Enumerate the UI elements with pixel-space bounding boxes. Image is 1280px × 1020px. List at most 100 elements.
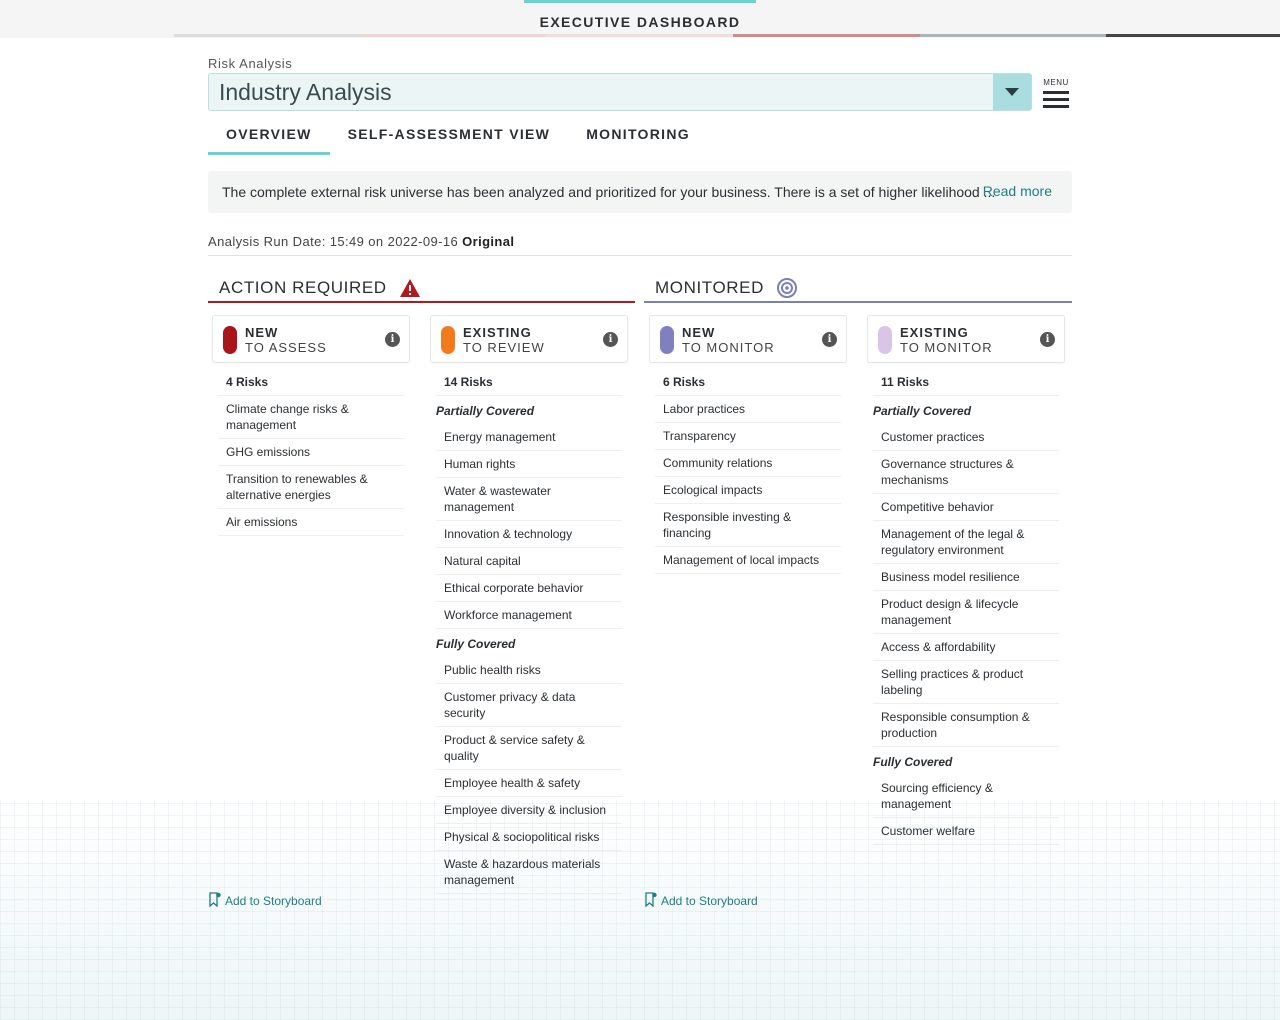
segment-line-6 <box>1106 34 1280 37</box>
category-subtitle: TO ASSESS <box>245 340 327 355</box>
risk-item[interactable]: Public health risks <box>436 657 622 684</box>
background-wave <box>0 800 1280 1020</box>
category-subtitle: TO MONITOR <box>900 340 993 355</box>
coverage-group-title: Partially Covered <box>436 404 535 418</box>
risk-list: 4 Risks Climate change risks & management… <box>212 367 410 536</box>
category-card[interactable]: EXISTING TO REVIEW i <box>430 315 628 363</box>
run-date-text: Analysis Run Date: 15:49 on 2022-09-16 <box>208 234 459 249</box>
summary-banner: The complete external risk universe has … <box>208 171 1072 213</box>
risk-item[interactable]: Transparency <box>655 423 841 450</box>
risk-item[interactable]: Customer privacy & data security <box>436 684 622 727</box>
tab-monitoring[interactable]: MONITORING <box>568 122 708 155</box>
analysis-selector-value: Industry Analysis <box>219 79 392 105</box>
column-existing-to-monitor: EXISTING TO MONITOR i 11 Risks Partially Cov… <box>867 315 1065 845</box>
segment-line-4 <box>733 34 920 37</box>
risk-item[interactable]: Air emissions <box>218 509 404 536</box>
risk-item[interactable]: Labor practices <box>655 396 841 423</box>
add-to-storyboard-monitored[interactable]: Add to Storyboard <box>644 892 758 910</box>
radar-icon <box>776 277 798 299</box>
segment-line-3 <box>546 34 733 37</box>
risk-item[interactable]: Ecological impacts <box>655 477 841 504</box>
risk-item[interactable]: Selling practices & product labeling <box>873 661 1059 704</box>
read-more-link[interactable]: Read more <box>983 183 1052 199</box>
risk-item[interactable]: Customer welfare <box>873 818 1059 845</box>
segment-line-2 <box>360 34 546 37</box>
category-color-pill <box>878 326 892 354</box>
category-subtitle: TO MONITOR <box>682 340 775 355</box>
tab-overview[interactable]: OVERVIEW <box>208 122 330 155</box>
chevron-down-icon[interactable] <box>993 74 1031 110</box>
coverage-group-title: Partially Covered <box>873 404 972 418</box>
add-to-storyboard-label: Add to Storyboard <box>225 894 322 908</box>
risk-item[interactable]: Responsible consumption & production <box>873 704 1059 747</box>
risk-count: 11 Risks <box>873 367 1059 396</box>
info-icon[interactable]: i <box>603 332 618 347</box>
segment-line-5 <box>920 34 1106 37</box>
risk-item[interactable]: Employee health & safety <box>436 770 622 797</box>
category-color-pill <box>660 326 674 354</box>
info-icon[interactable]: i <box>822 332 837 347</box>
risk-item[interactable]: Transition to renewables & alternative e… <box>218 466 404 509</box>
risk-item[interactable]: Sourcing efficiency & management <box>873 775 1059 818</box>
coverage-group-title: Fully Covered <box>436 637 516 651</box>
risk-item[interactable]: Water & wastewater management <box>436 478 622 521</box>
risk-item[interactable]: Energy management <box>436 424 622 451</box>
category-title: EXISTING <box>463 325 532 340</box>
risk-list: 11 Risks Partially Covered Customer practi… <box>867 367 1065 845</box>
top-bar: EXECUTIVE DASHBOARD <box>0 0 1280 38</box>
section-action-required: ACTION REQUIRED <box>208 275 635 303</box>
view-tabs: OVERVIEW SELF-ASSESSMENT VIEW MONITORING <box>208 122 708 155</box>
risk-item[interactable]: Access & affordability <box>873 634 1059 661</box>
analysis-selector[interactable]: Industry Analysis <box>208 73 1032 111</box>
risk-item[interactable]: Natural capital <box>436 548 622 575</box>
category-card[interactable]: EXISTING TO MONITOR i <box>867 315 1065 363</box>
risk-item[interactable]: Physical & sociopolitical risks <box>436 824 622 851</box>
coverage-group-title: Fully Covered <box>873 755 953 769</box>
risk-item[interactable]: Customer practices <box>873 424 1059 451</box>
section-monitored-title: MONITORED <box>655 278 764 297</box>
menu-button[interactable]: MENU <box>1040 78 1072 108</box>
risk-item[interactable]: Waste & hazardous materials management <box>436 851 622 894</box>
column-new-to-monitor: NEW TO MONITOR i 6 Risks Labor practices Tran… <box>649 315 847 574</box>
risk-item[interactable]: Workforce management <box>436 602 622 629</box>
info-icon[interactable]: i <box>1040 332 1055 347</box>
section-action-title: ACTION REQUIRED <box>219 278 387 297</box>
risk-item[interactable]: Responsible investing & financing <box>655 504 841 547</box>
run-status: Original <box>462 234 515 249</box>
risk-list: 14 Risks Partially Covered Energy manageme… <box>430 367 628 894</box>
risk-item[interactable]: Ethical corporate behavior <box>436 575 622 602</box>
info-icon[interactable]: i <box>385 332 400 347</box>
risk-item[interactable]: Governance structures & mechanisms <box>873 451 1059 494</box>
risk-item[interactable]: Product design & lifecycle management <box>873 591 1059 634</box>
column-new-to-assess: NEW TO ASSESS i 4 Risks Climate change risks… <box>212 315 410 536</box>
hamburger-icon <box>1040 91 1072 108</box>
category-color-pill <box>441 326 455 354</box>
warning-icon <box>399 278 421 298</box>
risk-count: 14 Risks <box>436 367 622 396</box>
risk-item[interactable]: Management of local impacts <box>655 547 841 574</box>
risk-item[interactable]: Climate change risks & management <box>218 396 404 439</box>
risk-item[interactable]: Business model resilience <box>873 564 1059 591</box>
risk-list: 6 Risks Labor practices Transparency Commun… <box>649 367 847 574</box>
add-to-storyboard-action[interactable]: Add to Storyboard <box>208 892 322 910</box>
risk-item[interactable]: Human rights <box>436 451 622 478</box>
risk-item[interactable]: Product & service safety & quality <box>436 727 622 770</box>
risk-item[interactable]: Employee diversity & inclusion <box>436 797 622 824</box>
category-card[interactable]: NEW TO ASSESS i <box>212 315 410 363</box>
bookmark-icon <box>644 892 661 910</box>
risk-item[interactable]: Innovation & technology <box>436 521 622 548</box>
column-existing-to-review: EXISTING TO REVIEW i 14 Risks Partially Cove… <box>430 315 628 894</box>
risk-item[interactable]: Competitive behavior <box>873 494 1059 521</box>
section-monitored: MONITORED <box>644 275 1072 303</box>
risk-item[interactable]: Community relations <box>655 450 841 477</box>
dashboard-title-tab[interactable]: EXECUTIVE DASHBOARD <box>524 0 756 38</box>
risk-count: 4 Risks <box>218 367 404 396</box>
bookmark-icon <box>208 892 225 910</box>
summary-text: The complete external risk universe has … <box>222 184 996 200</box>
risk-item[interactable]: GHG emissions <box>218 439 404 466</box>
tab-self-assessment[interactable]: SELF-ASSESSMENT VIEW <box>330 122 569 155</box>
category-card[interactable]: NEW TO MONITOR i <box>649 315 847 363</box>
risk-item[interactable]: Management of the legal & regulatory env… <box>873 521 1059 564</box>
run-date: Analysis Run Date: 15:49 on 2022-09-16 O… <box>208 234 514 249</box>
segment-line-1 <box>174 34 360 37</box>
